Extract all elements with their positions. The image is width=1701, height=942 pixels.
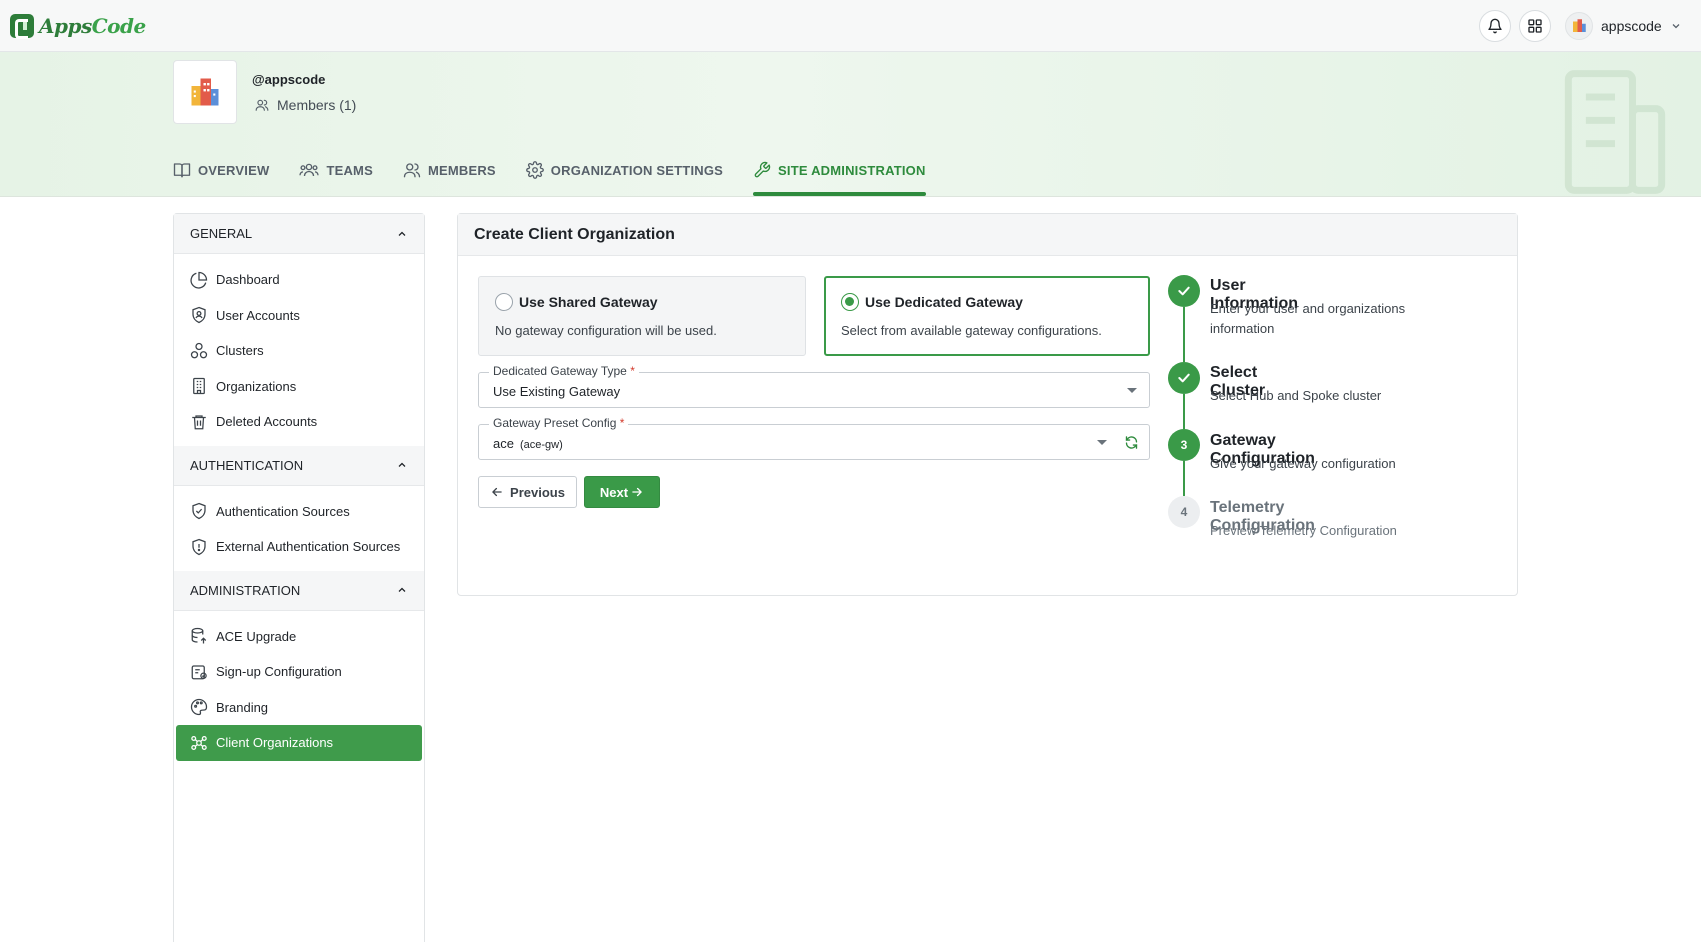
dedicated-gateway-type-label: Dedicated Gateway Type * bbox=[489, 364, 639, 378]
sidebar-item-sign-up-configuration[interactable]: Sign-up Configuration bbox=[176, 654, 422, 690]
step-4-desc: Preview Telemetry Configuration bbox=[1210, 523, 1397, 538]
notifications-button[interactable] bbox=[1479, 10, 1511, 42]
sidebar-item-dashboard[interactable]: Dashboard bbox=[176, 262, 422, 298]
shield-check-icon bbox=[192, 503, 206, 520]
sidebar-item-organizations[interactable]: Organizations bbox=[176, 369, 422, 405]
check-icon bbox=[1178, 286, 1190, 296]
sidebar-item-ace-upgrade[interactable]: ACE Upgrade bbox=[176, 619, 422, 655]
step-3-circle: 3 bbox=[1168, 429, 1200, 461]
sidebar-section-authentication[interactable]: AUTHENTICATION bbox=[174, 445, 424, 486]
option-shared-gateway-desc: No gateway configuration will be used. bbox=[495, 323, 717, 338]
building-logo-icon bbox=[191, 78, 219, 106]
appscode-logo[interactable]: AppsCode bbox=[10, 12, 146, 40]
org-avatar bbox=[173, 60, 237, 124]
palette-icon bbox=[190, 699, 208, 716]
gear-icon bbox=[525, 161, 544, 179]
sidebar-section-general[interactable]: GENERAL bbox=[174, 214, 424, 254]
option-shared-gateway-title: Use Shared Gateway bbox=[519, 294, 658, 310]
apps-grid-button[interactable] bbox=[1519, 10, 1551, 42]
step-2-circle bbox=[1168, 362, 1200, 394]
option-dedicated-gateway[interactable]: Use Dedicated Gateway Select from availa… bbox=[824, 276, 1150, 356]
step-connector bbox=[1183, 307, 1185, 362]
chevron-up-icon bbox=[398, 231, 406, 236]
caret-down-icon bbox=[1097, 440, 1107, 445]
user-menu[interactable]: appscode bbox=[1565, 10, 1682, 42]
option-dedicated-gateway-title: Use Dedicated Gateway bbox=[865, 294, 1023, 310]
team-icon bbox=[299, 163, 320, 177]
org-tabs: OVERVIEW TEAMS MEMBERS ORGANIZATION SETT… bbox=[173, 150, 956, 196]
page-title: Create Client Organization bbox=[458, 214, 1517, 256]
org-header: @appscode Members (1) OVERVIEW TEAMS MEM… bbox=[0, 52, 1701, 197]
logo-mark-icon bbox=[10, 14, 34, 39]
step-connector bbox=[1183, 461, 1185, 496]
step-connector bbox=[1183, 394, 1185, 429]
arrow-left-icon bbox=[492, 487, 502, 497]
gateway-preset-config-value: ace (ace-gw) bbox=[493, 436, 563, 451]
dedicated-gateway-type-select[interactable]: Dedicated Gateway Type * Use Existing Ga… bbox=[478, 364, 1150, 408]
chevron-up-icon bbox=[398, 587, 406, 592]
bell-icon bbox=[1488, 18, 1502, 34]
step-2-desc: Select Hub and Spoke cluster bbox=[1210, 388, 1382, 403]
previous-button[interactable]: Previous bbox=[478, 476, 577, 508]
sidebar-item-clusters[interactable]: Clusters bbox=[176, 333, 422, 369]
gateway-preset-config-select[interactable]: Gateway Preset Config * ace (ace-gw) bbox=[478, 416, 1150, 460]
sidebar-item-user-accounts[interactable]: User Accounts bbox=[176, 298, 422, 334]
tab-site-administration[interactable]: SITE ADMINISTRATION bbox=[753, 150, 926, 196]
org-members-label: Members (1) bbox=[277, 97, 357, 113]
user-avatar bbox=[1565, 12, 1593, 40]
signup-config-icon bbox=[191, 665, 207, 680]
step-4-circle: 4 bbox=[1168, 496, 1200, 528]
users-icon bbox=[255, 99, 269, 111]
sidebar-item-deleted-accounts[interactable]: Deleted Accounts bbox=[176, 404, 422, 440]
check-icon bbox=[1178, 373, 1190, 383]
org-members-link[interactable]: Members (1) bbox=[255, 97, 356, 113]
sidebar-section-administration[interactable]: ADMINISTRATION bbox=[174, 570, 424, 611]
sidebar-item-authentication-sources[interactable]: Authentication Sources bbox=[176, 494, 422, 530]
user-name: appscode bbox=[1601, 18, 1662, 34]
chevron-down-icon bbox=[1672, 24, 1680, 29]
tab-members[interactable]: MEMBERS bbox=[403, 150, 496, 190]
step-1-desc: Enter your user and organizations inform… bbox=[1210, 301, 1406, 336]
user-shield-icon bbox=[192, 307, 206, 324]
caret-down-icon bbox=[1127, 388, 1137, 393]
tab-organization-settings[interactable]: ORGANIZATION SETTINGS bbox=[525, 150, 723, 190]
top-bar: AppsCode appscode bbox=[0, 0, 1701, 52]
option-shared-gateway[interactable]: Use Shared Gateway No gateway configurat… bbox=[478, 276, 806, 356]
chevron-up-icon bbox=[398, 462, 406, 467]
tab-overview[interactable]: OVERVIEW bbox=[173, 150, 269, 190]
gateway-preset-config-label: Gateway Preset Config * bbox=[489, 416, 629, 430]
building-icon bbox=[193, 378, 205, 395]
wrench-icon bbox=[754, 161, 771, 178]
database-upgrade-icon bbox=[191, 628, 207, 644]
next-button[interactable]: Next bbox=[584, 476, 660, 508]
shield-icon bbox=[192, 538, 206, 555]
step-3-desc: Give your gateway configuration bbox=[1210, 456, 1396, 471]
tab-teams[interactable]: TEAMS bbox=[299, 150, 373, 190]
refresh-icon[interactable] bbox=[1124, 435, 1139, 450]
users-icon bbox=[403, 163, 421, 178]
building-avatar-icon bbox=[1573, 19, 1586, 32]
sidebar-item-branding[interactable]: Branding bbox=[176, 690, 422, 726]
book-icon bbox=[173, 163, 191, 178]
grid-icon bbox=[1528, 19, 1542, 33]
sidebar-item-client-organizations[interactable]: Client Organizations bbox=[176, 725, 422, 761]
pie-chart-icon bbox=[190, 271, 208, 289]
org-handle: @appscode bbox=[252, 72, 326, 87]
admin-sidebar: GENERAL Dashboard User Accounts Clusters… bbox=[173, 213, 425, 942]
radio-dedicated-gateway[interactable] bbox=[841, 293, 859, 311]
sidebar-item-external-authentication-sources[interactable]: External Authentication Sources bbox=[176, 529, 422, 565]
clusters-icon bbox=[190, 342, 208, 359]
client-org-icon bbox=[191, 735, 207, 750]
step-1-circle bbox=[1168, 275, 1200, 307]
arrow-right-icon bbox=[632, 487, 643, 497]
option-dedicated-gateway-desc: Select from available gateway configurat… bbox=[841, 323, 1102, 338]
dedicated-gateway-type-value: Use Existing Gateway bbox=[493, 384, 621, 399]
trash-icon bbox=[192, 415, 206, 430]
logo-text: AppsCode bbox=[39, 14, 146, 38]
radio-shared-gateway[interactable] bbox=[495, 293, 513, 311]
building-watermark-icon bbox=[1564, 70, 1666, 194]
